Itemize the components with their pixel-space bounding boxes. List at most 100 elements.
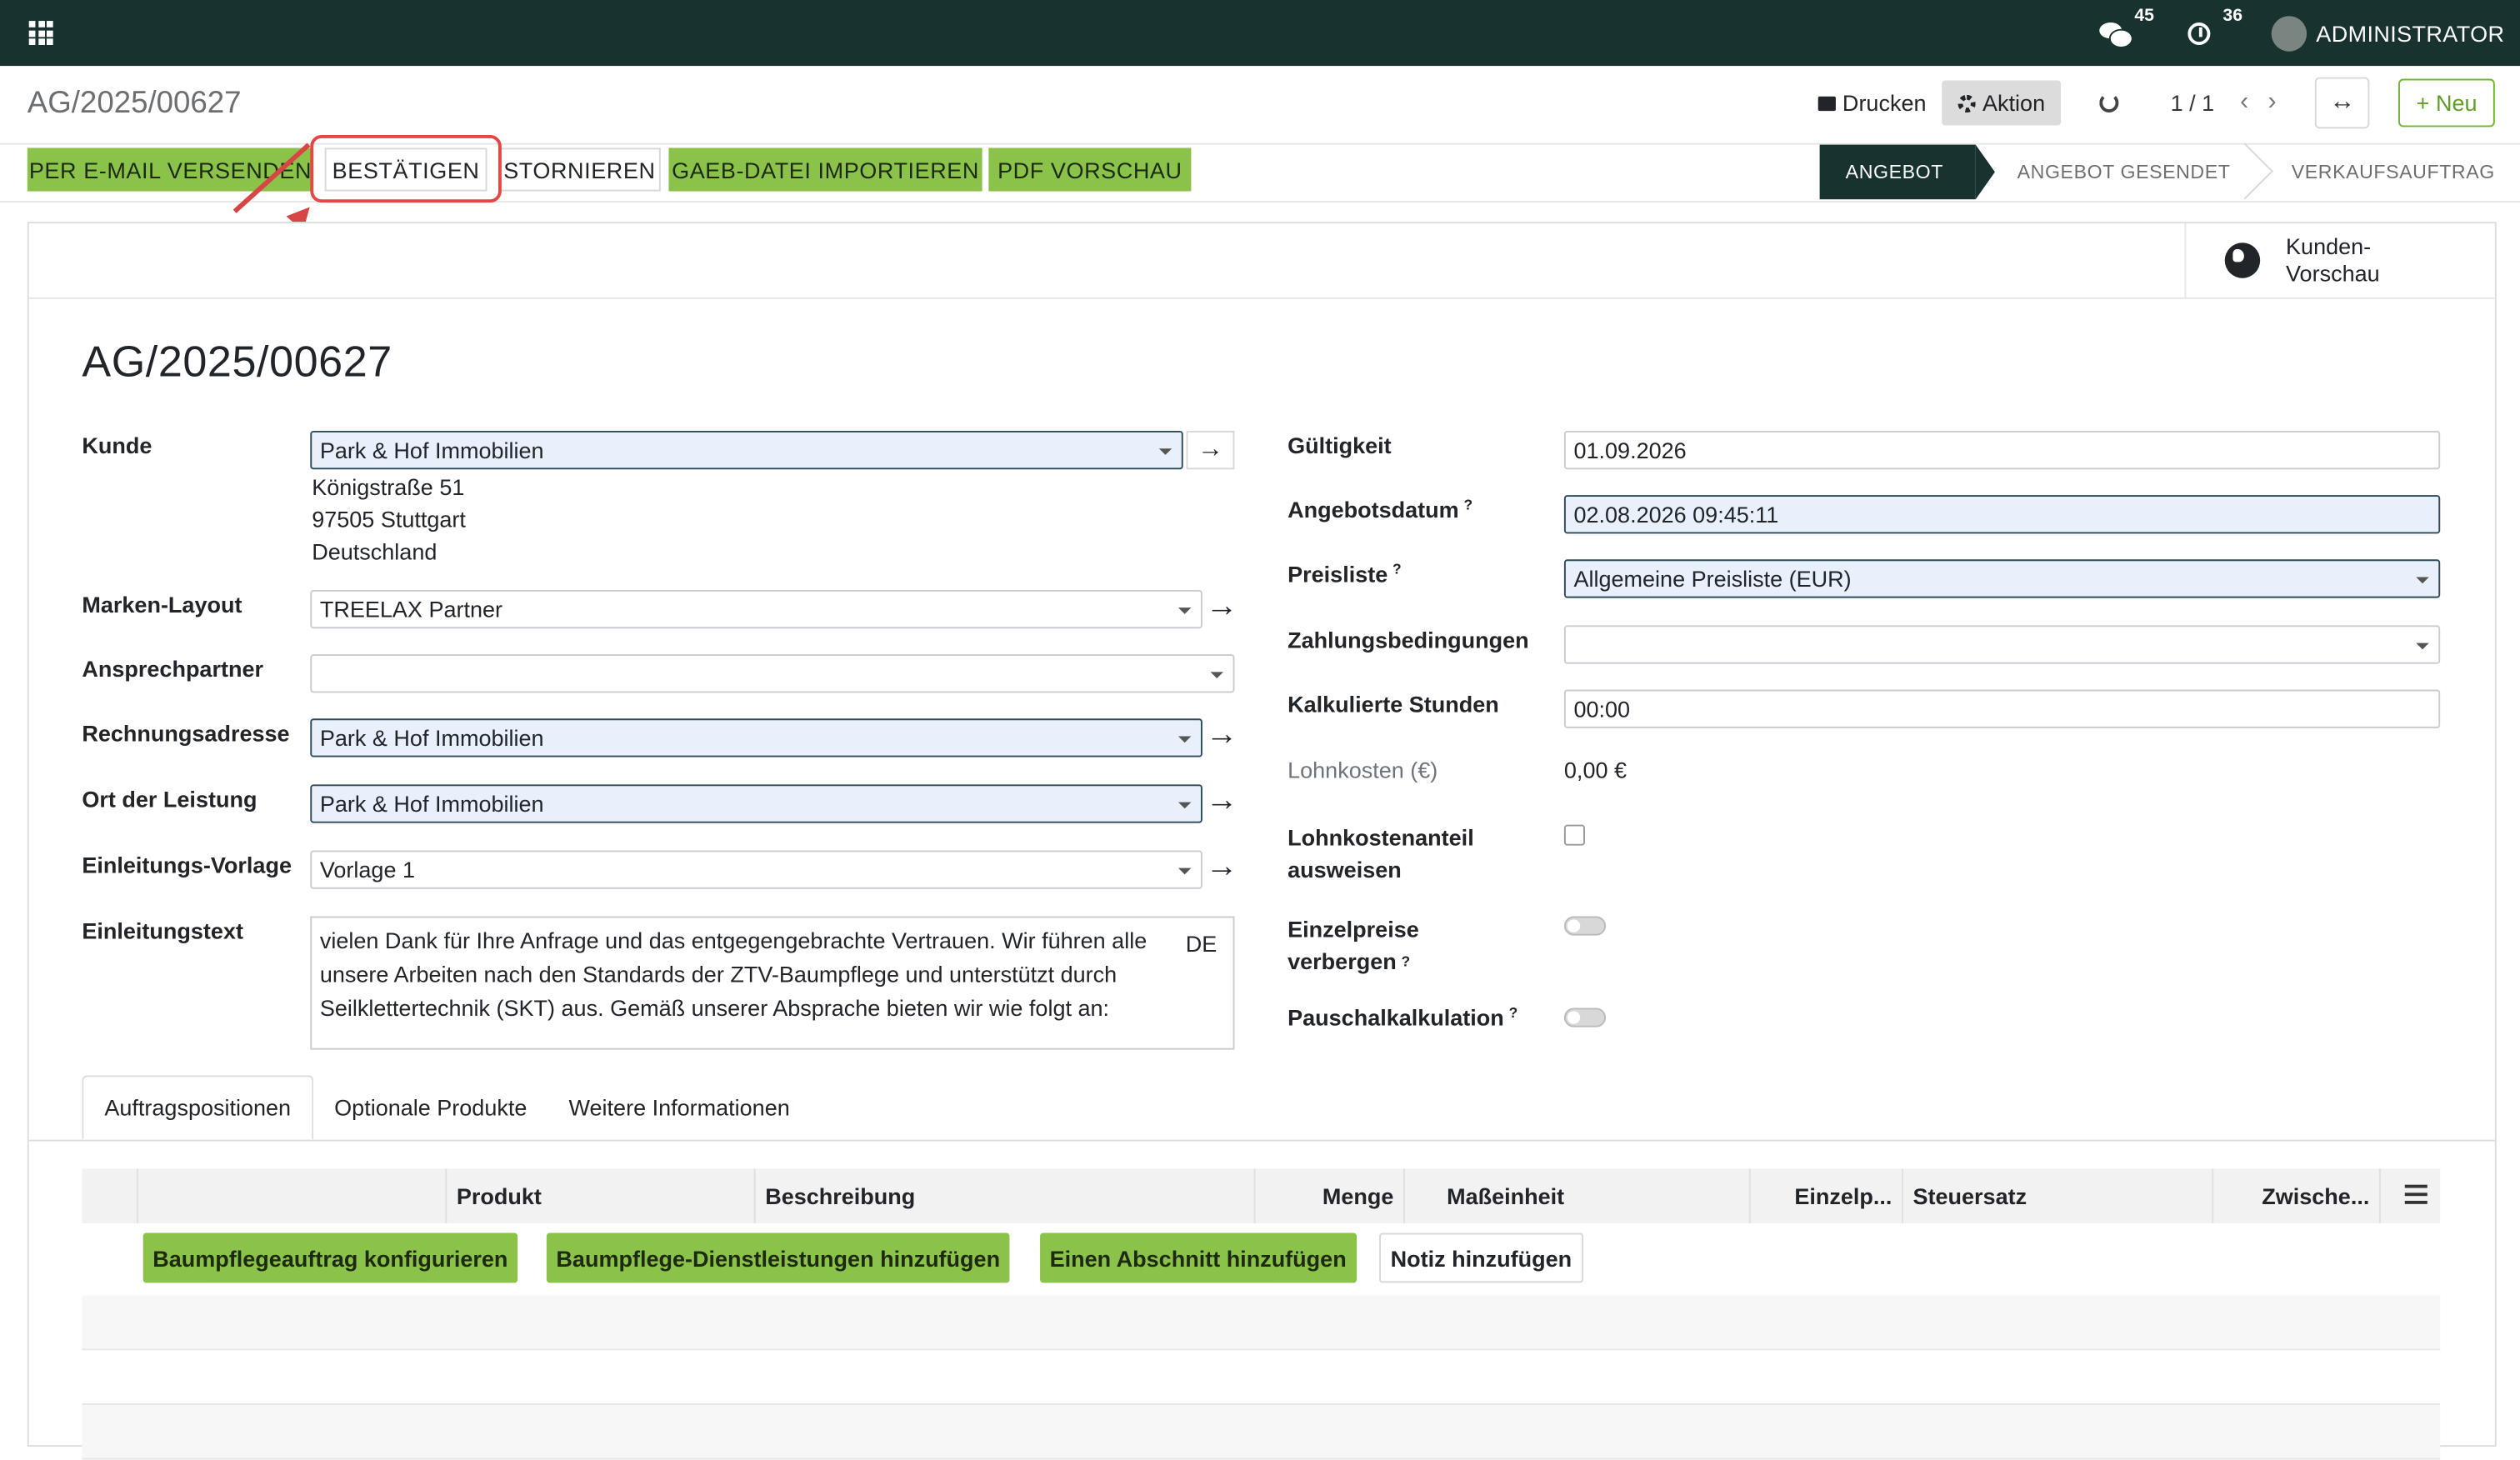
annotation-highlight-box bbox=[310, 135, 502, 203]
column-settings-icon[interactable] bbox=[2404, 1184, 2428, 1204]
expand-arrows-icon: ↔ bbox=[2329, 88, 2356, 116]
help-tooltip-icon[interactable]: ? bbox=[1509, 1005, 1518, 1021]
customer-preview-button[interactable]: Kunden- Vorschau bbox=[2184, 223, 2495, 298]
clock-icon bbox=[2187, 22, 2210, 45]
order-lines-header: Produkt Beschreibung Menge Maßeinheit Ei… bbox=[82, 1168, 2441, 1223]
einleitungs-vorlage-arrow-icon[interactable]: → bbox=[1206, 849, 1238, 886]
tab-divider bbox=[28, 1139, 2495, 1142]
new-record-button[interactable]: + Neu bbox=[2398, 78, 2495, 128]
lohnkostenanteil-label: Lohnkostenanteil ausweisen bbox=[1288, 822, 1474, 886]
record-title: AG/2025/00627 bbox=[82, 338, 392, 386]
angebotsdatum-label-text: Angebotsdatum bbox=[1288, 497, 1459, 522]
messaging-button[interactable]: 45 bbox=[2098, 6, 2158, 48]
chevron-left-icon[interactable]: ‹ bbox=[2240, 88, 2248, 118]
marken-layout-label: Marken-Layout bbox=[82, 591, 242, 618]
einzelpreise-label-line1: Einzelpreise bbox=[1288, 916, 1419, 942]
lohnkostenanteil-checkbox[interactable] bbox=[1563, 824, 1585, 846]
address-street: Königstraße 51 bbox=[312, 474, 465, 500]
dropdown-caret-icon bbox=[1210, 672, 1223, 679]
lohnkosten-label: Lohnkosten (€) bbox=[1288, 757, 1438, 783]
column-produkt[interactable]: Produkt bbox=[447, 1168, 756, 1223]
preisliste-label: Preisliste? bbox=[1288, 561, 1402, 587]
empty-table-row bbox=[82, 1295, 2441, 1351]
tab-optionale-produkte[interactable]: Optionale Produkte bbox=[313, 1076, 548, 1140]
rechnungsadresse-value: Park & Hof Immobilien bbox=[319, 724, 544, 751]
einleitungs-vorlage-label: Einleitungs-Vorlage bbox=[82, 852, 292, 878]
preisliste-label-text: Preisliste bbox=[1288, 561, 1388, 588]
einzelpreise-label: Einzelpreise verbergen? bbox=[1288, 913, 1419, 978]
column-einzelpreis[interactable]: Einzelp... bbox=[1751, 1168, 1903, 1223]
ort-der-leistung-field[interactable]: Park & Hof Immobilien bbox=[310, 784, 1202, 823]
breadcrumb: AG/2025/00627 bbox=[27, 87, 242, 121]
send-email-button[interactable]: PER E-MAIL VERSENDEN bbox=[27, 148, 314, 192]
dropdown-caret-icon bbox=[1178, 608, 1192, 614]
marken-layout-field[interactable]: TREELAX Partner bbox=[310, 589, 1202, 629]
configure-tree-care-button[interactable]: Baumpflegeauftrag konfigurieren bbox=[142, 1232, 518, 1283]
gear-icon bbox=[1958, 93, 1977, 112]
add-section-button[interactable]: Einen Abschnitt hinzufügen bbox=[1040, 1232, 1357, 1283]
chat-count-badge: 45 bbox=[2131, 6, 2158, 26]
einleitungs-vorlage-value: Vorlage 1 bbox=[319, 857, 416, 883]
top-navbar: 45 36 ADMINISTRATOR bbox=[0, 0, 2520, 67]
zahlungsbedingungen-label: Zahlungsbedingungen bbox=[1288, 627, 1529, 653]
apps-menu-icon[interactable] bbox=[28, 21, 53, 46]
stage-angebot-gesendet[interactable]: ANGEBOT GESENDET bbox=[1976, 142, 2274, 200]
preisliste-field[interactable]: Allgemeine Preisliste (EUR) bbox=[1563, 559, 2441, 598]
empty-table-row bbox=[82, 1404, 2441, 1460]
column-steuersatz[interactable]: Steuersatz bbox=[1903, 1168, 2214, 1223]
add-note-button[interactable]: Notiz hinzufügen bbox=[1379, 1232, 1583, 1283]
column-menge[interactable]: Menge bbox=[1256, 1168, 1405, 1223]
column-spacer bbox=[138, 1168, 448, 1223]
einzelpreise-toggle[interactable] bbox=[1563, 916, 1607, 936]
zahlungsbedingungen-field[interactable] bbox=[1563, 625, 2441, 664]
angebotsdatum-field[interactable]: 02.08.2026 09:45:11 bbox=[1563, 495, 2441, 534]
einleitungs-vorlage-field[interactable]: Vorlage 1 bbox=[310, 850, 1202, 889]
help-tooltip-icon[interactable]: ? bbox=[1392, 561, 1402, 577]
ansprechpartner-field[interactable] bbox=[310, 654, 1235, 693]
print-button[interactable]: Drucken bbox=[1802, 80, 1942, 125]
pdf-preview-button[interactable]: PDF VORSCHAU bbox=[988, 148, 1192, 192]
activity-count-badge: 36 bbox=[2219, 5, 2246, 25]
column-zwischensumme[interactable]: Zwische... bbox=[2213, 1168, 2381, 1223]
ort-der-leistung-arrow-icon[interactable]: → bbox=[1206, 782, 1238, 819]
angebotsdatum-value: 02.08.2026 09:45:11 bbox=[1573, 501, 1779, 528]
stage-angebot-gesendet-label: ANGEBOT GESENDET bbox=[2017, 160, 2231, 183]
marken-layout-arrow-icon[interactable]: → bbox=[1206, 588, 1238, 625]
pauschalkalkulation-toggle[interactable] bbox=[1563, 1008, 1607, 1028]
gueltigkeit-field[interactable]: 01.09.2026 bbox=[1563, 430, 2441, 470]
gueltigkeit-label: Gültigkeit bbox=[1288, 432, 1392, 458]
stage-verkaufsauftrag[interactable]: VERKAUFSAUFTRAG bbox=[2256, 145, 2520, 200]
notebook-tabs: Auftragspositionen Optionale Produkte We… bbox=[82, 1075, 810, 1140]
address-city: 97505 Stuttgart bbox=[312, 506, 466, 532]
activity-button[interactable]: 36 bbox=[2187, 5, 2246, 45]
user-menu[interactable]: ADMINISTRATOR bbox=[2271, 15, 2504, 51]
expand-width-button[interactable]: ↔ bbox=[2315, 77, 2370, 129]
import-gaeb-button[interactable]: GAEB-DATEI IMPORTIEREN bbox=[668, 148, 982, 192]
help-tooltip-icon[interactable]: ? bbox=[1463, 497, 1472, 512]
language-button[interactable]: DE bbox=[1186, 928, 1218, 962]
angebotsdatum-label: Angebotsdatum? bbox=[1288, 497, 1472, 522]
chevron-right-icon[interactable]: › bbox=[2268, 88, 2276, 118]
refresh-icon[interactable] bbox=[2099, 92, 2119, 113]
kunde-field[interactable]: Park & Hof Immobilien bbox=[310, 430, 1183, 470]
column-masseinheit[interactable]: Maßeinheit bbox=[1438, 1168, 1751, 1223]
rechnungsadresse-arrow-icon[interactable]: → bbox=[1206, 717, 1238, 753]
kunde-open-button[interactable]: → bbox=[1186, 430, 1235, 470]
einleitungstext-field[interactable]: vielen Dank für Ihre Anfrage und das ent… bbox=[310, 916, 1235, 1050]
tab-weitere-informationen[interactable]: Weitere Informationen bbox=[548, 1076, 810, 1140]
smart-button-line1: Kunden- bbox=[2286, 232, 2372, 259]
rechnungsadresse-field[interactable]: Park & Hof Immobilien bbox=[310, 718, 1202, 758]
plus-icon: + bbox=[2416, 90, 2430, 116]
arrow-right-icon: → bbox=[1198, 435, 1223, 463]
column-beschreibung[interactable]: Beschreibung bbox=[756, 1168, 1256, 1223]
help-tooltip-icon[interactable]: ? bbox=[1402, 953, 1411, 969]
cancel-button[interactable]: STORNIEREN bbox=[498, 148, 661, 192]
kalkulierte-stunden-field[interactable]: 00:00 bbox=[1563, 689, 2441, 728]
address-country: Deutschland bbox=[312, 538, 438, 565]
tab-auftragspositionen[interactable]: Auftragspositionen bbox=[82, 1075, 314, 1140]
action-button[interactable]: Aktion bbox=[1942, 80, 2062, 126]
pager-value[interactable]: 1 / 1 bbox=[2171, 90, 2215, 116]
stage-angebot[interactable]: ANGEBOT bbox=[1819, 144, 1995, 200]
dropdown-caret-icon bbox=[1158, 448, 1172, 455]
add-tree-care-services-button[interactable]: Baumpflege-Dienstleistungen hinzufügen bbox=[546, 1232, 1010, 1283]
